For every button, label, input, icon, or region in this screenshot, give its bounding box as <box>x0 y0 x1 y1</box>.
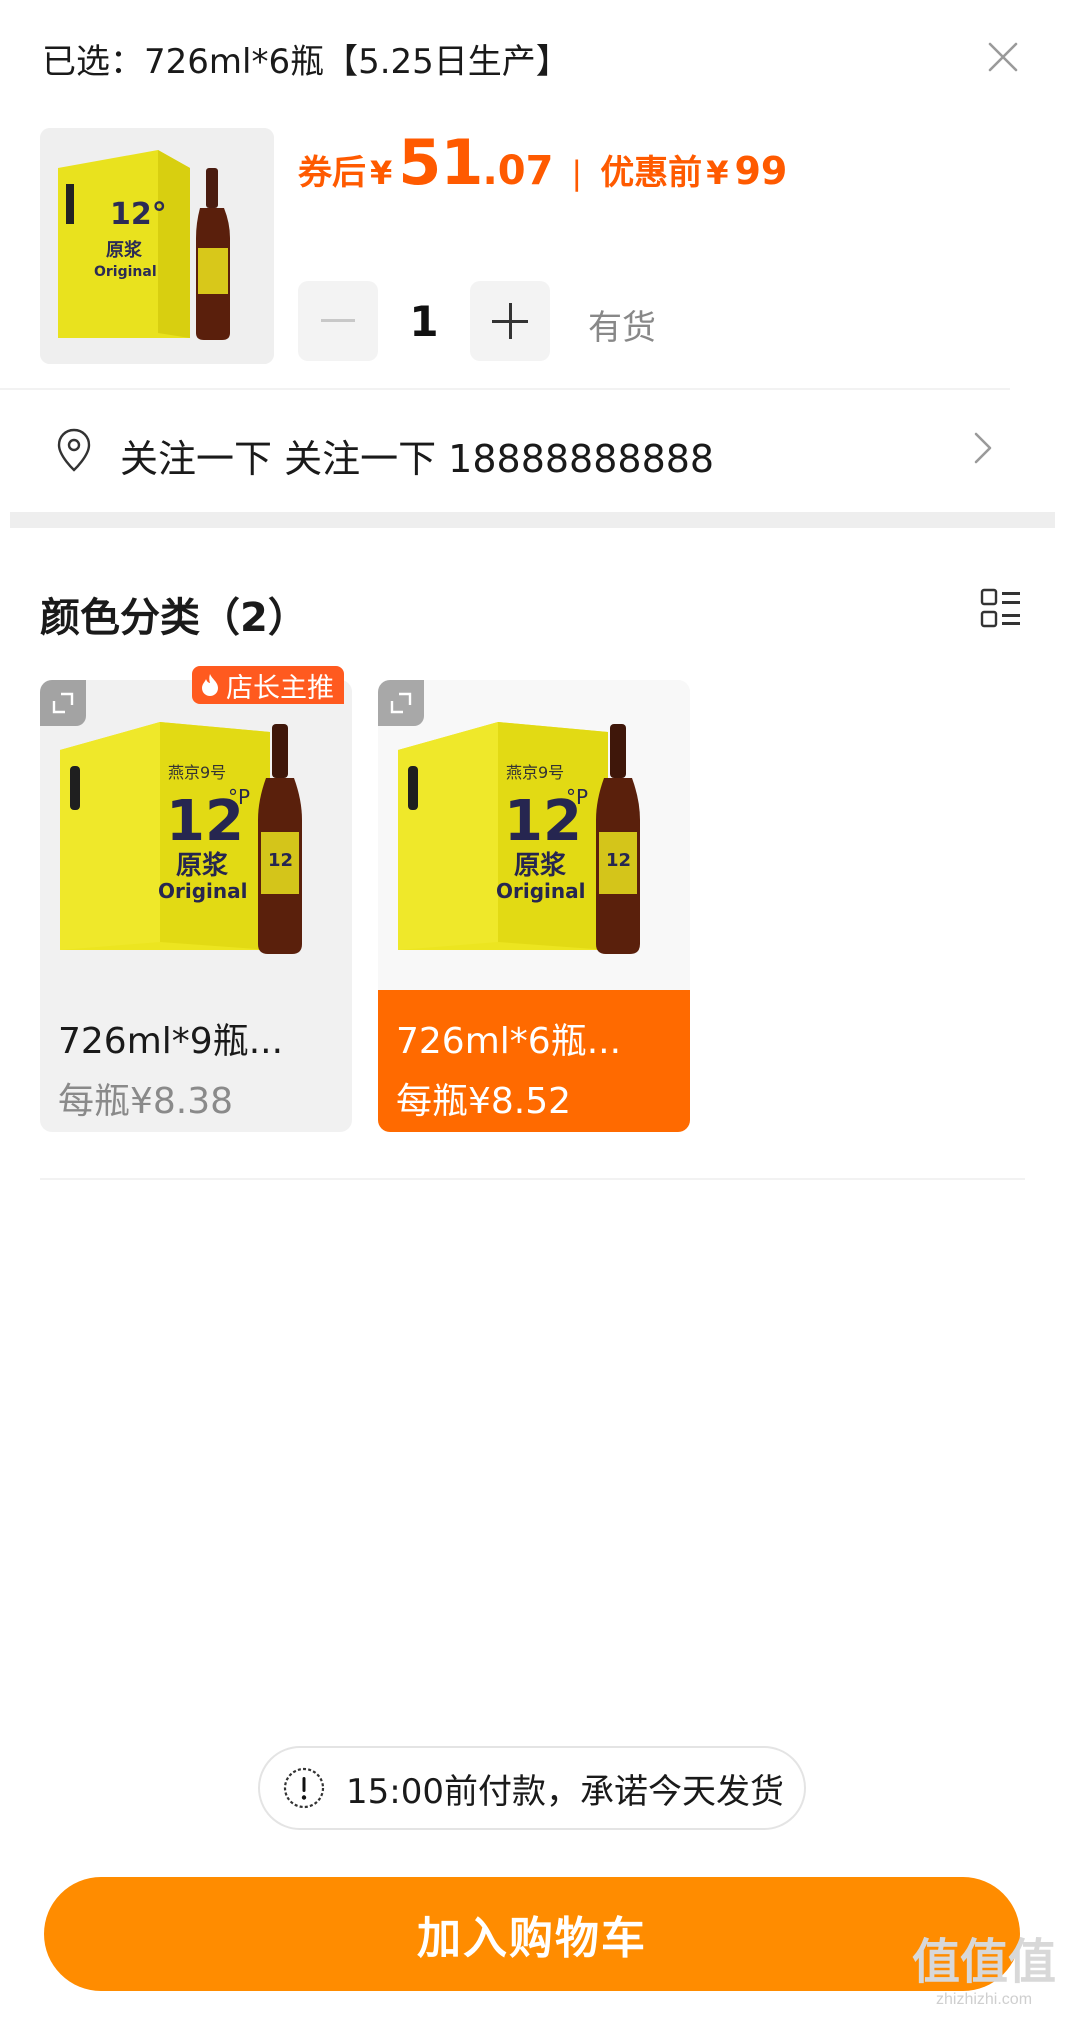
svg-text:12: 12 <box>606 850 631 871</box>
shipping-notice: 15:00前付款，承诺今天发货 <box>258 1746 806 1830</box>
svg-text:°P: °P <box>566 785 588 809</box>
svg-text:原浆: 原浆 <box>176 850 229 881</box>
alert-icon <box>283 1767 325 1809</box>
expand-image-button[interactable] <box>40 680 86 726</box>
selected-variant-title: 已选：726ml*6瓶【5.25日生产】 <box>42 42 570 82</box>
list-view-toggle[interactable] <box>980 588 1022 632</box>
svg-text:12: 12 <box>268 850 293 871</box>
increase-quantity-button[interactable] <box>470 281 550 361</box>
variant-unit-price: 每瓶¥8.38 <box>58 1081 234 1122</box>
svg-text:原浆: 原浆 <box>106 239 143 261</box>
svg-text:12°: 12° <box>110 197 167 232</box>
svg-text:Original: Original <box>158 879 247 903</box>
variant-info: 726ml*9瓶... 每瓶¥8.38 <box>40 990 352 1132</box>
svg-text:Original: Original <box>94 264 157 280</box>
svg-text:Original: Original <box>496 879 585 903</box>
list-view-icon <box>980 588 1020 628</box>
shipping-notice-text: 15:00前付款，承诺今天发货 <box>346 1771 784 1812</box>
chevron-right-icon <box>974 432 992 464</box>
stock-status: 有货 <box>588 308 656 348</box>
variant-card-selected[interactable]: 燕京9号 12 °P 原浆 Original 12 726ml*6瓶... 每瓶… <box>378 680 690 1132</box>
product-thumbnail[interactable]: 12° 原浆 Original <box>40 128 274 364</box>
divider <box>40 1178 1025 1180</box>
before-discount-label: 优惠前 <box>600 153 703 193</box>
variants-section-title: 颜色分类（2） <box>40 595 308 641</box>
add-to-cart-button[interactable]: 加入购物车 <box>44 1877 1020 1991</box>
price-separator: | <box>571 154 583 192</box>
quantity-value[interactable]: 1 <box>378 281 470 361</box>
divider <box>0 388 1010 390</box>
svg-text:原浆: 原浆 <box>514 850 567 881</box>
flame-icon <box>202 674 218 696</box>
after-coupon-label: 券后 <box>298 153 366 193</box>
location-pin-icon <box>57 428 91 472</box>
currency-symbol: ¥ <box>370 154 393 192</box>
address-row[interactable]: 关注一下 关注一下 18888888888 <box>0 392 1065 508</box>
variant-name: 726ml*9瓶... <box>58 1021 284 1062</box>
price-decimal: .07 <box>482 148 554 194</box>
variant-card[interactable]: 燕京9号 12 °P 原浆 Original 12 726ml*9瓶... 每瓶… <box>40 680 352 1132</box>
svg-text:°P: °P <box>228 785 250 809</box>
price-integer: 51 <box>398 126 483 199</box>
variant-unit-price: 每瓶¥8.52 <box>396 1081 572 1122</box>
minus-icon <box>321 319 355 322</box>
recommend-badge: 店长主推 <box>192 666 344 704</box>
watermark-site: zhizhizhi.com <box>935 1991 1033 2008</box>
address-text: 关注一下 关注一下 18888888888 <box>120 437 715 481</box>
decrease-quantity-button[interactable] <box>298 281 378 361</box>
variant-name: 726ml*6瓶... <box>396 1021 622 1062</box>
variant-image: 燕京9号 12 °P 原浆 Original 12 <box>40 680 352 990</box>
expand-icon <box>52 692 74 714</box>
svg-text:燕京9号: 燕京9号 <box>168 763 226 782</box>
price-row: 券后 ¥ 51 .07 | 优惠前 ¥ 99 <box>298 126 787 199</box>
recommend-badge-label: 店长主推 <box>226 672 334 704</box>
variant-image: 燕京9号 12 °P 原浆 Original 12 <box>378 680 690 990</box>
plus-icon <box>492 303 528 339</box>
close-icon <box>988 42 1018 72</box>
expand-icon <box>390 692 412 714</box>
watermark: 值值值 zhizhizhi.com <box>912 1938 1056 2008</box>
svg-text:燕京9号: 燕京9号 <box>506 763 564 782</box>
close-button[interactable] <box>980 34 1026 80</box>
section-separator <box>10 512 1055 528</box>
before-currency-symbol: ¥ <box>706 154 729 192</box>
expand-image-button[interactable] <box>378 680 424 726</box>
watermark-logo: 值值值 <box>912 1934 1057 1990</box>
before-discount-price: 99 <box>734 149 788 193</box>
variant-info: 726ml*6瓶... 每瓶¥8.52 <box>378 990 690 1132</box>
